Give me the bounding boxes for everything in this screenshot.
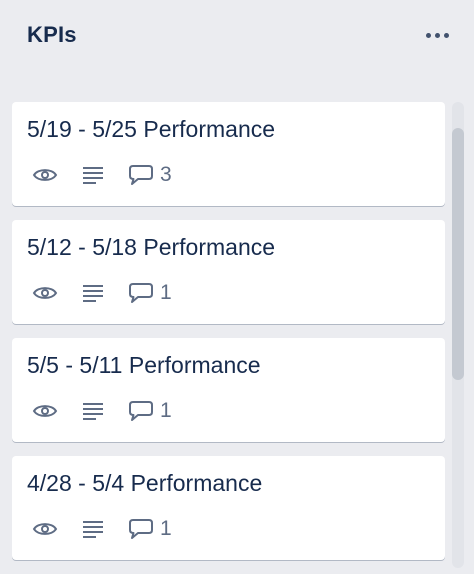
description-icon [78, 280, 108, 306]
card[interactable]: 5/12 - 5/18 Performance 1 [12, 220, 445, 324]
card-title: 4/28 - 5/4 Performance [27, 470, 263, 496]
comment-icon [126, 516, 156, 542]
card-title: 5/19 - 5/25 Performance [27, 116, 276, 142]
list-header: KPIs [0, 0, 474, 70]
more-horizontal-icon-dot [434, 32, 440, 38]
card-title: 5/5 - 5/11 Performance [27, 352, 261, 378]
eye-icon [30, 280, 60, 306]
more-horizontal-icon [425, 32, 431, 38]
card-badges: 1 [30, 398, 172, 424]
card[interactable]: 5/5 - 5/11 Performance 1 [12, 338, 445, 442]
card-badges: 1 [30, 280, 172, 306]
card[interactable]: 5/19 - 5/25 Performance 3 [12, 102, 445, 206]
description-icon [78, 162, 108, 188]
eye-icon [30, 516, 60, 542]
comment-count: 1 [160, 517, 172, 540]
comment-icon [126, 162, 156, 188]
card-title: 5/12 - 5/18 Performance [27, 234, 276, 260]
comment-icon [126, 280, 156, 306]
comment-count: 3 [160, 163, 172, 186]
comment-count: 1 [160, 399, 172, 422]
list-menu-button[interactable] [420, 24, 454, 46]
list-title[interactable]: KPIs [27, 22, 77, 48]
description-icon [78, 398, 108, 424]
comment-count: 1 [160, 281, 172, 304]
card-badges: 1 [30, 516, 172, 542]
comment-icon [126, 398, 156, 424]
eye-icon [30, 162, 60, 188]
description-icon [78, 516, 108, 542]
card-list: 5/19 - 5/25 Performance 3 5/12 - 5/18 Pe… [12, 102, 445, 574]
eye-icon [30, 398, 60, 424]
more-horizontal-icon-dot [443, 32, 449, 38]
scrollbar-thumb[interactable] [452, 128, 464, 380]
card-badges: 3 [30, 162, 172, 188]
card[interactable]: 4/28 - 5/4 Performance 1 [12, 456, 445, 560]
